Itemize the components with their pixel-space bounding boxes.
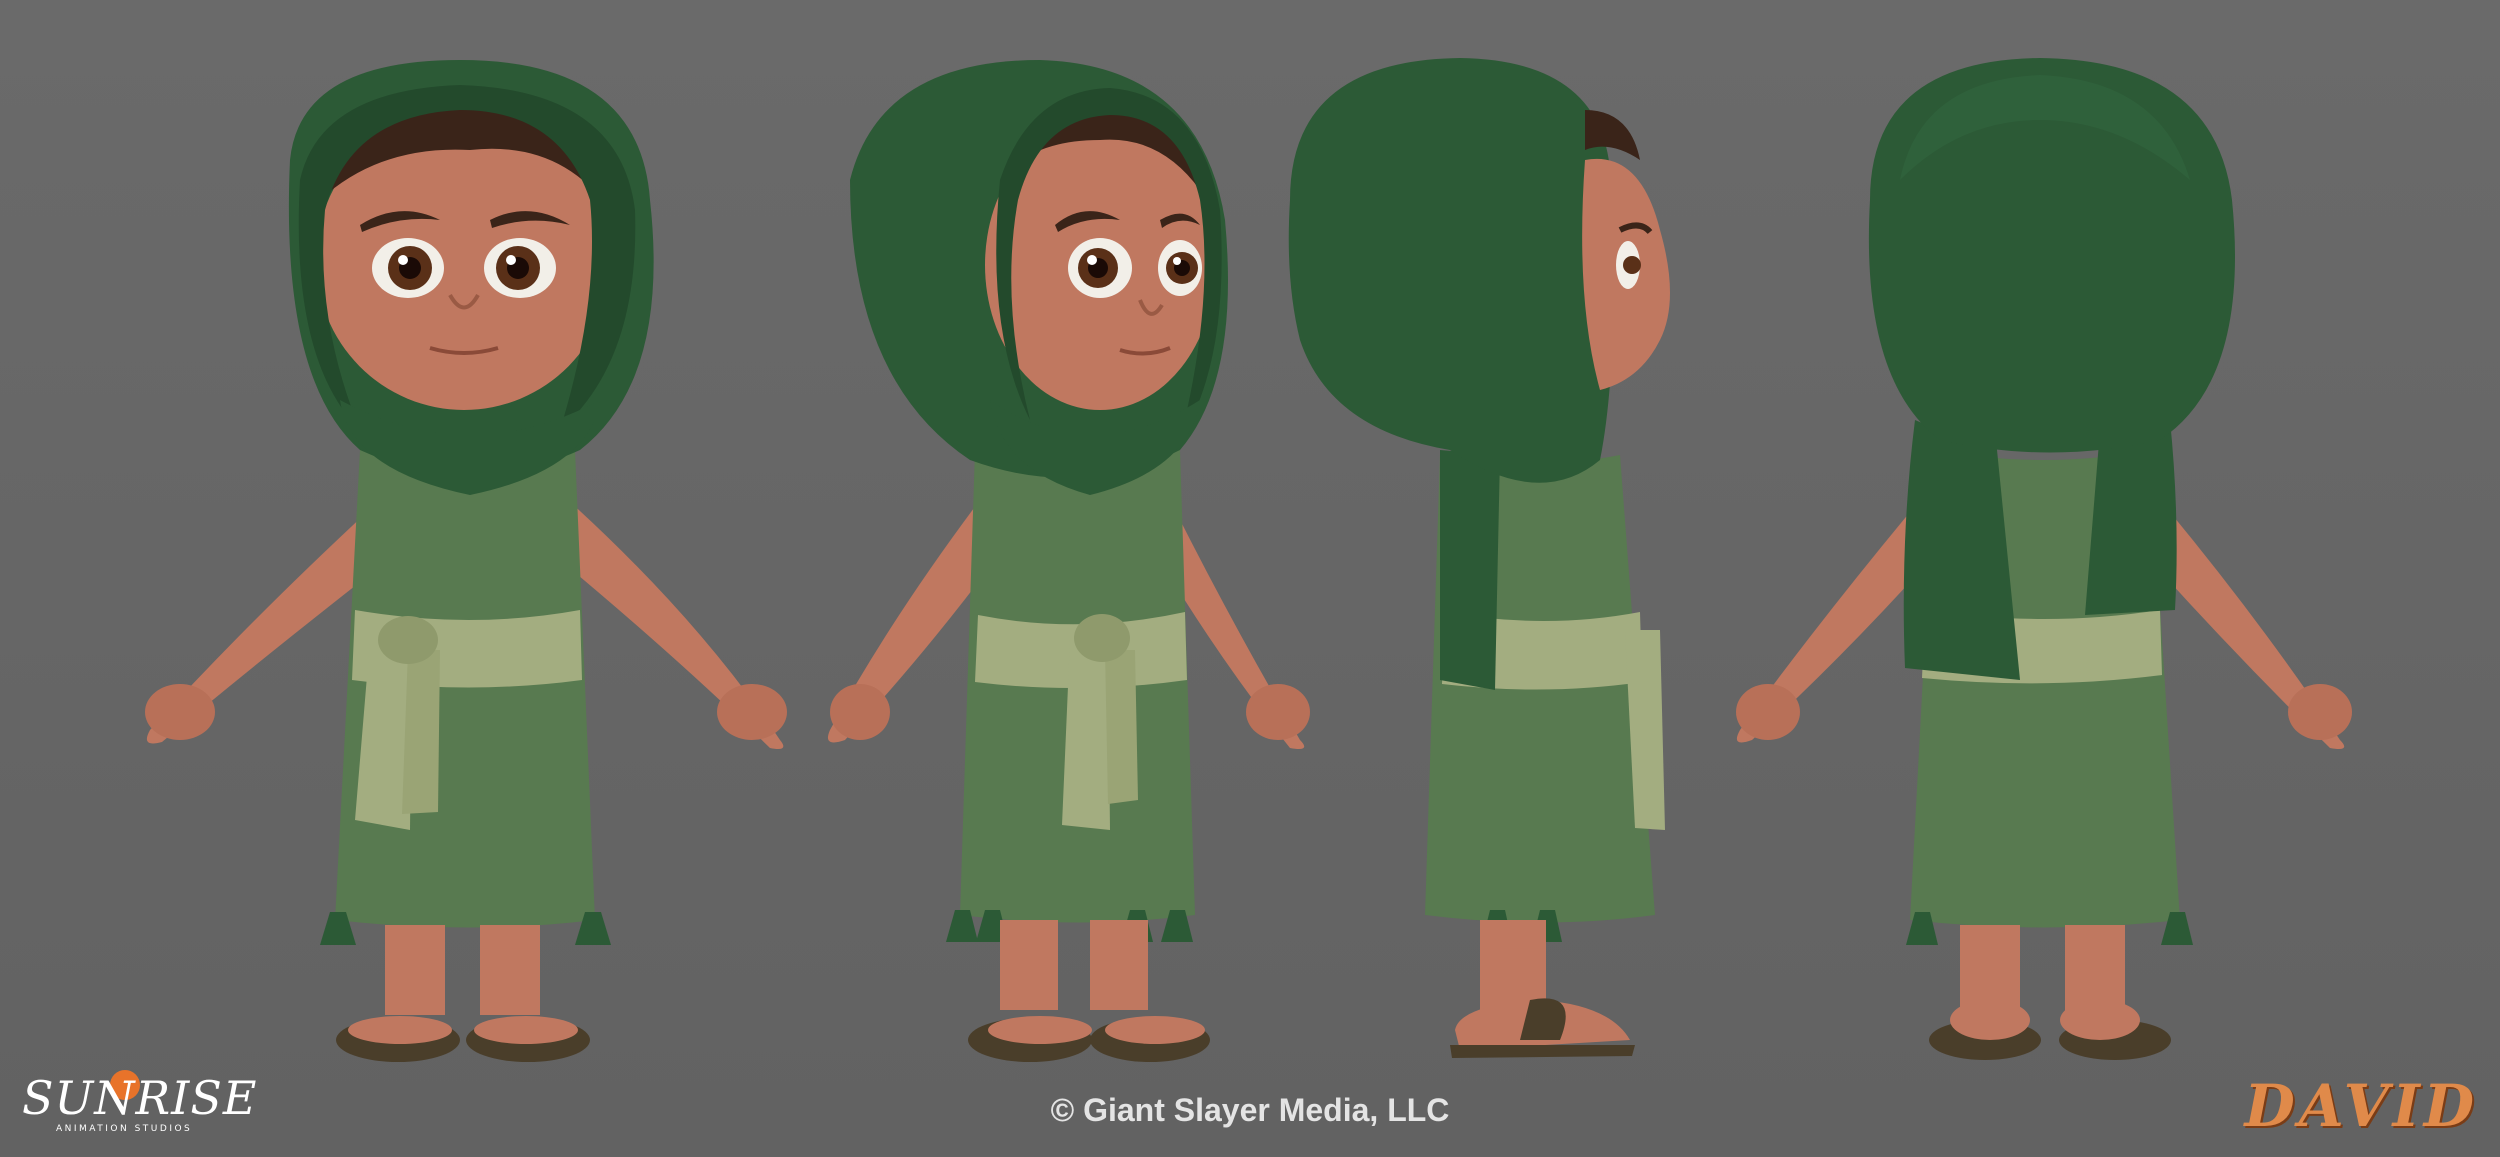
character-turnaround: [0, 0, 2500, 1157]
title-logo: DAVID: [2244, 1072, 2478, 1140]
copyright-notice: © Giant Slayer Media, LLC: [1050, 1092, 1450, 1128]
